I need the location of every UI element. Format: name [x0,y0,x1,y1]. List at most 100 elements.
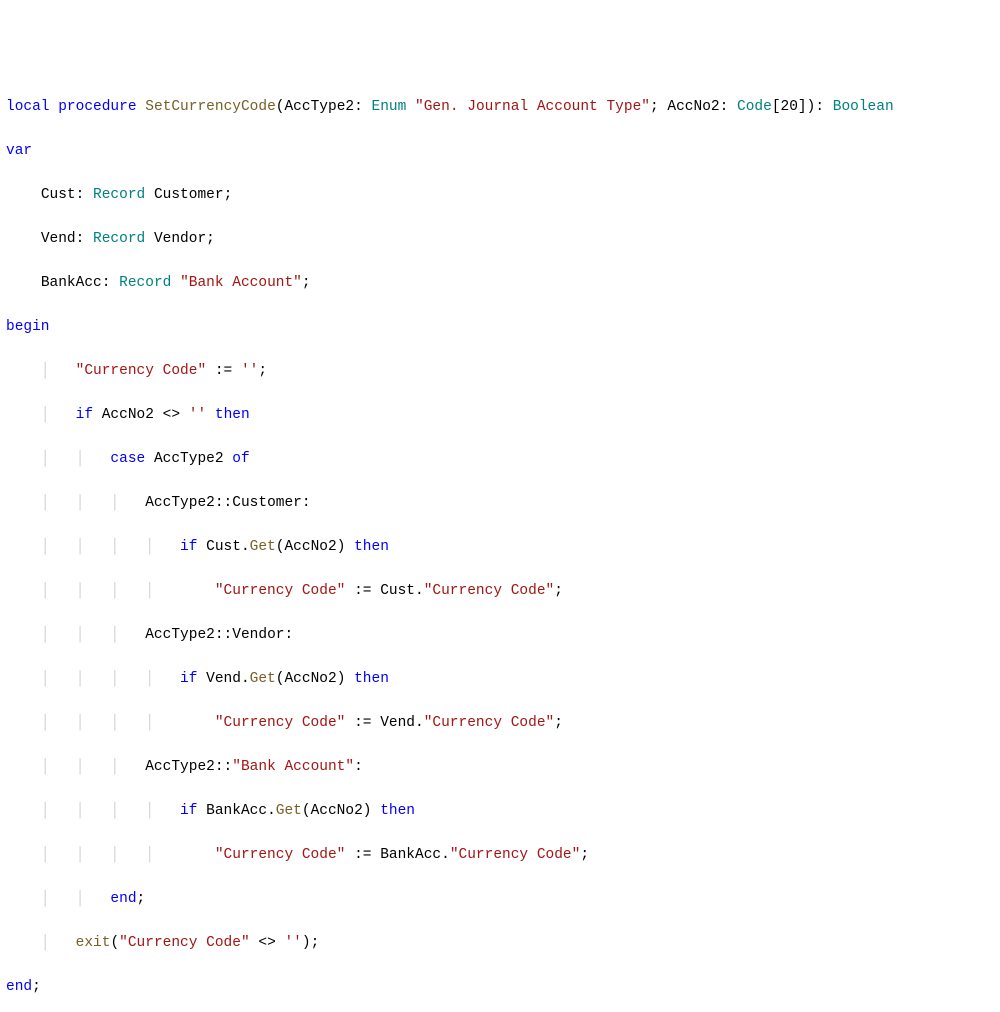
code-line: │ │ case AccType2 of [6,448,994,470]
keyword-then: then [354,671,389,687]
semi: ; [206,231,215,247]
op-dcolon: :: [215,759,232,775]
obj: Cust [206,539,241,555]
case-label: AccType2 [145,759,215,775]
rparen: ) [337,539,346,555]
semi: ; [258,363,267,379]
keyword-local: local [6,99,50,115]
semi: ; [650,99,659,115]
code-line: local procedure SetCurrencyCode(AccType2… [6,96,994,118]
code-line: │ "Currency Code" := ''; [6,360,994,382]
keyword-if: if [180,803,197,819]
string-curcode: "Currency Code" [424,583,555,599]
param-name: AccNo2 [667,99,719,115]
dot: . [415,583,424,599]
semi: ; [311,935,320,951]
indent [6,275,41,291]
code-line: │ │ │ │ if BankAcc.Get(AccNo2) then [6,800,994,822]
indent-guide: │ │ │ │ [6,583,180,599]
keyword-then: then [354,539,389,555]
param-name: AccType2 [284,99,354,115]
expr: AccNo2 [102,407,154,423]
colon: : [815,99,824,115]
indent-guide: │ │ │ │ [6,539,180,555]
op-ne: <> [258,935,275,951]
indent-guide: │ │ │ │ [6,847,180,863]
code-line: begin [6,316,994,338]
type-code: Code [737,99,772,115]
dot: . [241,671,250,687]
code-line: │ │ end; [6,888,994,910]
indent-guide: │ [6,363,76,379]
indent-guide: │ │ [6,891,110,907]
indent [6,187,41,203]
keyword-then: then [380,803,415,819]
obj: BankAcc [206,803,267,819]
var-name: BankAcc [41,275,102,291]
arg: AccNo2 [284,671,336,687]
dot: . [267,803,276,819]
string-bankacct: "Bank Account" [180,275,302,291]
code-line: │ │ │ │ if Cust.Get(AccNo2) then [6,536,994,558]
code-line: │ │ │ AccType2::Vendor: [6,624,994,646]
obj: Vend [380,715,415,731]
op-assign: := [215,363,232,379]
type-enum: Enum [372,99,407,115]
enum-value: Vendor [232,627,284,643]
keyword-if: if [180,671,197,687]
arg: AccNo2 [311,803,363,819]
semi: ; [224,187,233,203]
string-curcode: "Currency Code" [215,583,346,599]
code-line: │ │ │ AccType2::"Bank Account": [6,756,994,778]
semi: ; [302,275,311,291]
colon: : [354,759,363,775]
method-get: Get [276,803,302,819]
keyword-if: if [180,539,197,555]
keyword-case: case [110,451,145,467]
keyword-then: then [215,407,250,423]
indent-guide: │ │ │ [6,495,145,511]
code-line: Cust: Record Customer; [6,184,994,206]
string-bankacct: "Bank Account" [232,759,354,775]
rparen: ) [363,803,372,819]
colon: : [76,187,85,203]
semi: ; [554,715,563,731]
semi: ; [137,891,146,907]
code-line: │ │ │ AccType2::Customer: [6,492,994,514]
keyword-end: end [110,891,136,907]
string-curcode: "Currency Code" [119,935,250,951]
string-curcode: "Currency Code" [215,715,346,731]
expr: AccType2 [154,451,224,467]
type-record: Record [93,231,145,247]
indent-guide: │ │ │ │ [6,671,180,687]
code-line: var [6,140,994,162]
procedure-name: SetCurrencyCode [145,99,276,115]
lparen: ( [110,935,119,951]
string-empty: '' [284,935,301,951]
indent-guide: │ [6,407,76,423]
call-exit: exit [76,935,111,951]
dot: . [241,539,250,555]
indent-guide: │ │ │ │ [6,803,180,819]
code-line: │ │ │ │ "Currency Code" := Cust."Currenc… [6,580,994,602]
op-ne: <> [163,407,180,423]
lparen: ( [276,539,285,555]
keyword-of: of [232,451,249,467]
colon: : [102,275,111,291]
arg: AccNo2 [284,539,336,555]
semi: ; [554,583,563,599]
keyword-if: if [76,407,93,423]
semi: ; [32,979,41,995]
code-line: │ if AccNo2 <> '' then [6,404,994,426]
type-boolean: Boolean [833,99,894,115]
rparen: ) [337,671,346,687]
colon: : [76,231,85,247]
op-dcolon: :: [215,495,232,511]
keyword-procedure: procedure [58,99,136,115]
obj: BankAcc [380,847,441,863]
code-line: │ │ │ │ "Currency Code" := BankAcc."Curr… [6,844,994,866]
code-line: │ │ │ │ if Vend.Get(AccNo2) then [6,668,994,690]
dot: . [415,715,424,731]
code-line: │ exit("Currency Code" <> ''); [6,932,994,954]
indent-guide: │ │ │ [6,759,145,775]
